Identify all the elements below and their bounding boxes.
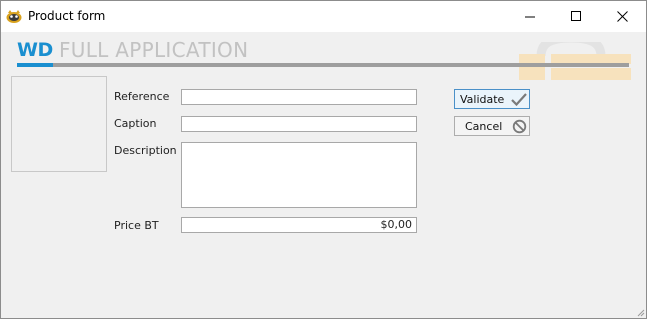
cancel-button[interactable]: Cancel — [454, 116, 530, 136]
minimize-icon — [525, 16, 535, 18]
product-image-box[interactable] — [11, 76, 107, 172]
description-label: Description — [114, 144, 177, 157]
price-input[interactable]: $0,00 — [181, 217, 417, 233]
close-button[interactable] — [600, 1, 646, 32]
form-content: WD FULL APPLICATION Reference Caption De… — [1, 32, 646, 318]
reference-label: Reference — [114, 90, 170, 103]
price-value: $0,00 — [380, 218, 413, 231]
prohibit-icon — [512, 119, 527, 134]
maximize-icon — [571, 11, 581, 21]
reference-input[interactable] — [181, 89, 417, 105]
validate-button[interactable]: Validate — [454, 89, 530, 109]
maximize-button[interactable] — [554, 1, 600, 32]
product-form-window: Product form WD FULL APPLICATION Referen… — [0, 0, 647, 319]
app-icon — [6, 10, 22, 23]
header-divider — [17, 63, 629, 67]
resize-grip-icon[interactable] — [637, 309, 645, 317]
close-icon — [617, 11, 628, 22]
checkmark-icon — [511, 93, 527, 106]
header-divider-accent — [17, 63, 53, 67]
caption-label: Caption — [114, 117, 157, 130]
header-subtitle: FULL APPLICATION — [59, 38, 249, 62]
description-textarea[interactable] — [181, 142, 417, 208]
price-label: Price BT — [114, 219, 159, 232]
header-brand: WD — [17, 39, 53, 61]
cancel-button-label: Cancel — [465, 120, 503, 133]
caption-input[interactable] — [181, 116, 417, 132]
title-bar[interactable]: Product form — [1, 1, 646, 32]
watermark-graphic — [519, 42, 631, 80]
minimize-button[interactable] — [508, 1, 554, 32]
validate-button-label: Validate — [460, 93, 505, 106]
window-title: Product form — [28, 9, 106, 23]
